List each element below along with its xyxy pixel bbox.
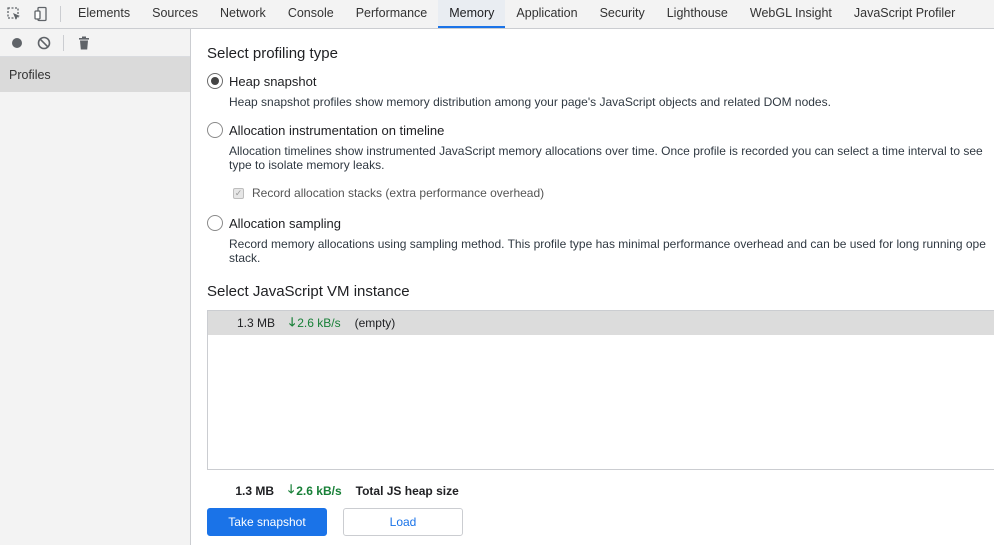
vm-heap-size: 1.3 MB: [236, 316, 275, 330]
sidebar-toolbar: [0, 29, 190, 57]
tab-network[interactable]: Network: [209, 0, 277, 28]
tab-javascript-profiler[interactable]: JavaScript Profiler: [843, 0, 966, 28]
load-button[interactable]: Load: [343, 508, 463, 536]
record-button[interactable]: [3, 30, 30, 56]
vm-heap-rate-value: 2.6 kB/s: [297, 316, 341, 330]
clear-button[interactable]: [30, 30, 57, 56]
vm-instance-row[interactable]: 1.3 MB 🡓 2.6 kB/s (empty): [208, 311, 994, 335]
sidebar-item-profiles[interactable]: Profiles: [0, 57, 190, 92]
total-heap-rate-value: 2.6 kB/s: [296, 483, 342, 498]
memory-panel: Select profiling type Heap snapshot Heap…: [191, 29, 994, 545]
tab-elements[interactable]: Elements: [67, 0, 141, 28]
vm-instance-list: 1.3 MB 🡓 2.6 kB/s (empty): [207, 310, 994, 470]
tab-performance[interactable]: Performance: [345, 0, 439, 28]
tab-console[interactable]: Console: [277, 0, 345, 28]
allocation-sampling-label: Allocation sampling: [229, 215, 342, 231]
allocation-timeline-label: Allocation instrumentation on timeline: [229, 122, 445, 138]
collect-garbage-button[interactable]: [70, 30, 97, 56]
tab-memory[interactable]: Memory: [438, 0, 506, 28]
tab-sources[interactable]: Sources: [141, 0, 209, 28]
allocation-sampling-radio[interactable]: [207, 215, 223, 231]
record-icon: [11, 37, 22, 48]
profiles-sidebar: Profiles: [0, 29, 191, 545]
arrow-down-icon: 🡓: [289, 314, 296, 329]
tab-webgl-insight[interactable]: WebGL Insight: [739, 0, 843, 28]
allocation-timeline-desc-line2: type to isolate memory leaks.: [229, 158, 385, 172]
allocation-timeline-radio[interactable]: [207, 122, 223, 138]
heap-snapshot-desc: Heap snapshot profiles show memory distr…: [229, 95, 831, 109]
devtools-toolbar: Elements Sources Network Console Perform…: [0, 0, 994, 29]
inspect-element-icon[interactable]: [0, 0, 27, 28]
trash-icon: [78, 36, 89, 49]
allocation-timeline-option[interactable]: Allocation instrumentation on timeline: [207, 122, 444, 138]
sidebar-divider: [63, 34, 64, 51]
heap-snapshot-radio[interactable]: [207, 73, 223, 89]
allocation-sampling-desc-line1: Record memory allocations using sampling…: [229, 237, 986, 251]
allocation-timeline-desc-line1: Allocation timelines show instrumented J…: [229, 144, 983, 158]
device-toolbar-icon[interactable]: [27, 0, 54, 28]
record-stacks-label: Record allocation stacks (extra performa…: [252, 186, 545, 200]
vm-instance-name: (empty): [354, 316, 396, 330]
total-heap-rate: 🡓 2.6 kB/s: [288, 480, 342, 501]
heap-summary: 1.3 MB 🡓 2.6 kB/s Total JS heap size: [207, 480, 459, 501]
vm-heap-rate: 🡓 2.6 kB/s: [289, 313, 341, 334]
tab-lighthouse[interactable]: Lighthouse: [656, 0, 739, 28]
toolbar-divider: [60, 6, 61, 22]
profiling-type-heading: Select profiling type: [207, 45, 338, 62]
record-stacks-option[interactable]: ✓ Record allocation stacks (extra perfor…: [233, 186, 544, 200]
heap-snapshot-label: Heap snapshot: [229, 73, 317, 89]
allocation-sampling-desc-line2: stack.: [229, 251, 261, 265]
vm-instance-heading: Select JavaScript VM instance: [207, 283, 410, 300]
allocation-sampling-option[interactable]: Allocation sampling: [207, 215, 341, 231]
record-stacks-checkbox[interactable]: ✓: [233, 187, 244, 199]
tab-application[interactable]: Application: [505, 0, 588, 28]
total-heap-size: 1.3 MB: [235, 483, 274, 498]
tab-security[interactable]: Security: [589, 0, 656, 28]
total-heap-label: Total JS heap size: [355, 483, 459, 498]
arrow-down-icon: 🡓: [288, 482, 295, 496]
clear-icon: [37, 36, 50, 49]
take-snapshot-button[interactable]: Take snapshot: [207, 508, 327, 536]
heap-snapshot-option[interactable]: Heap snapshot: [207, 73, 316, 89]
